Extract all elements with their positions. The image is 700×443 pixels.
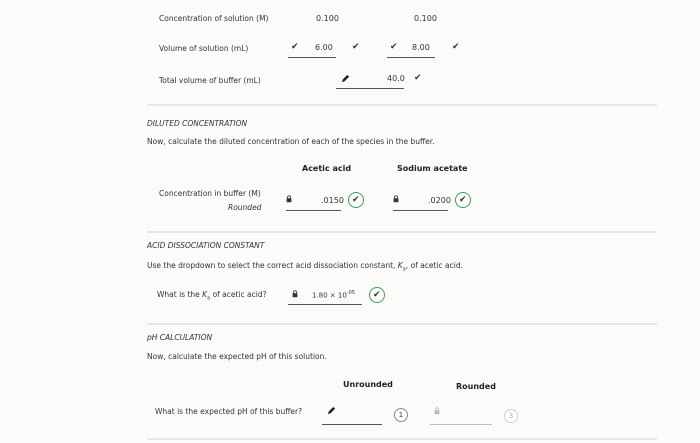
volume-value-1[interactable]: 6.00 — [315, 43, 333, 52]
lock-icon — [292, 290, 298, 298]
ka-subscript: a — [402, 266, 406, 273]
ka-value-mantissa: 1.80 × 10 — [312, 291, 347, 300]
col-unrounded: Unrounded — [343, 380, 393, 389]
ka-question-pre: What is the — [157, 290, 200, 299]
col-sodium-acetate: Sodium acetate — [397, 164, 468, 173]
volume-1-underline — [288, 57, 336, 58]
ka-underline — [288, 304, 362, 305]
check-icon: ✔ — [352, 42, 360, 52]
ka-question: What is the Ka of acetic acid? — [157, 290, 267, 302]
ph-question: What is the expected pH of this buffer? — [155, 407, 303, 416]
step-3-badge: 3 — [504, 409, 518, 423]
section-divider — [147, 231, 657, 233]
volume-label: Volume of solution (mL) — [159, 44, 249, 53]
total-volume-value[interactable]: 40.0 — [387, 74, 405, 83]
check-icon: ✔ — [452, 42, 460, 52]
col-acetic-acid: Acetic acid — [302, 164, 352, 173]
section-divider — [147, 323, 657, 325]
ka-heading: ACID DISSOCIATION CONSTANT — [147, 241, 265, 250]
ph-instruction: Now, calculate the expected pH of this s… — [147, 352, 327, 361]
check-icon: ✔ — [459, 195, 467, 205]
ka-question-post: of acetic acid? — [212, 290, 267, 299]
col-rounded: Rounded — [456, 382, 496, 391]
lock-icon — [434, 407, 440, 415]
diluted-instruction: Now, calculate the diluted concentration… — [147, 137, 435, 146]
acetic-conc-value[interactable]: .0150 — [321, 196, 344, 205]
concentration-label: Concentration of solution (M) — [159, 14, 269, 23]
ph-rounded-input[interactable] — [430, 424, 492, 425]
conc-buffer-label: Concentration in buffer (M) — [159, 189, 261, 198]
total-volume-underline — [336, 88, 404, 89]
ph-heading: pH CALCULATION — [147, 333, 213, 342]
pencil-icon[interactable] — [327, 406, 336, 415]
correct-badge: ✔ — [348, 192, 364, 208]
check-icon: ✔ — [373, 290, 381, 300]
correct-badge: ✔ — [369, 287, 385, 303]
sodium-conc-value[interactable]: .0200 — [428, 196, 451, 205]
sodium-underline — [393, 210, 448, 211]
lock-icon — [286, 195, 292, 203]
chevron-down-icon[interactable]: ✔ — [390, 42, 398, 52]
ka-value[interactable]: 1.80 × 10-05 — [312, 290, 355, 299]
correct-badge: ✔ — [455, 192, 471, 208]
ph-unrounded-input[interactable] — [322, 424, 382, 425]
concentration-value-2: 0.100 — [414, 14, 437, 23]
concentration-value-1: 0.100 — [316, 14, 339, 23]
total-volume-label: Total volume of buffer (mL) — [159, 76, 261, 85]
section-divider — [147, 104, 657, 106]
volume-value-2[interactable]: 8.00 — [412, 43, 430, 52]
rounded-label: Rounded — [228, 203, 262, 212]
diluted-heading: DILUTED CONCENTRATION — [147, 119, 248, 128]
ka-instruction-post: of acetic acid. — [410, 261, 464, 270]
ka-value-exponent: -05 — [346, 290, 355, 296]
acetic-underline — [286, 210, 341, 211]
lock-icon — [393, 195, 399, 203]
pencil-icon[interactable] — [341, 74, 350, 83]
section-divider — [147, 438, 657, 440]
step-1-badge: 1 — [394, 408, 408, 422]
chevron-down-icon[interactable]: ✔ — [291, 42, 299, 52]
volume-2-underline — [387, 57, 435, 58]
ka-instruction-pre: Use the dropdown to select the correct a… — [147, 261, 396, 270]
ka-instruction: Use the dropdown to select the correct a… — [147, 261, 464, 273]
ka-subscript: a — [207, 295, 211, 302]
check-icon: ✔ — [352, 195, 360, 205]
check-icon: ✔ — [414, 73, 422, 83]
